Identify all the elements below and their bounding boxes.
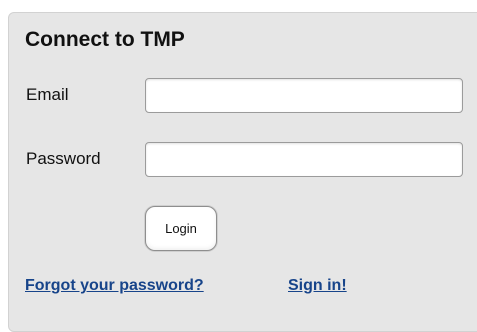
sign-in-link[interactable]: Sign in! — [288, 277, 347, 295]
email-label: Email — [26, 85, 69, 104]
login-button[interactable]: Login — [145, 206, 217, 251]
email-field[interactable] — [145, 78, 463, 113]
forgot-password-link[interactable]: Forgot your password? — [25, 277, 204, 295]
panel-title: Connect to TMP — [25, 28, 185, 51]
password-field[interactable] — [145, 142, 463, 177]
password-label: Password — [26, 149, 101, 168]
